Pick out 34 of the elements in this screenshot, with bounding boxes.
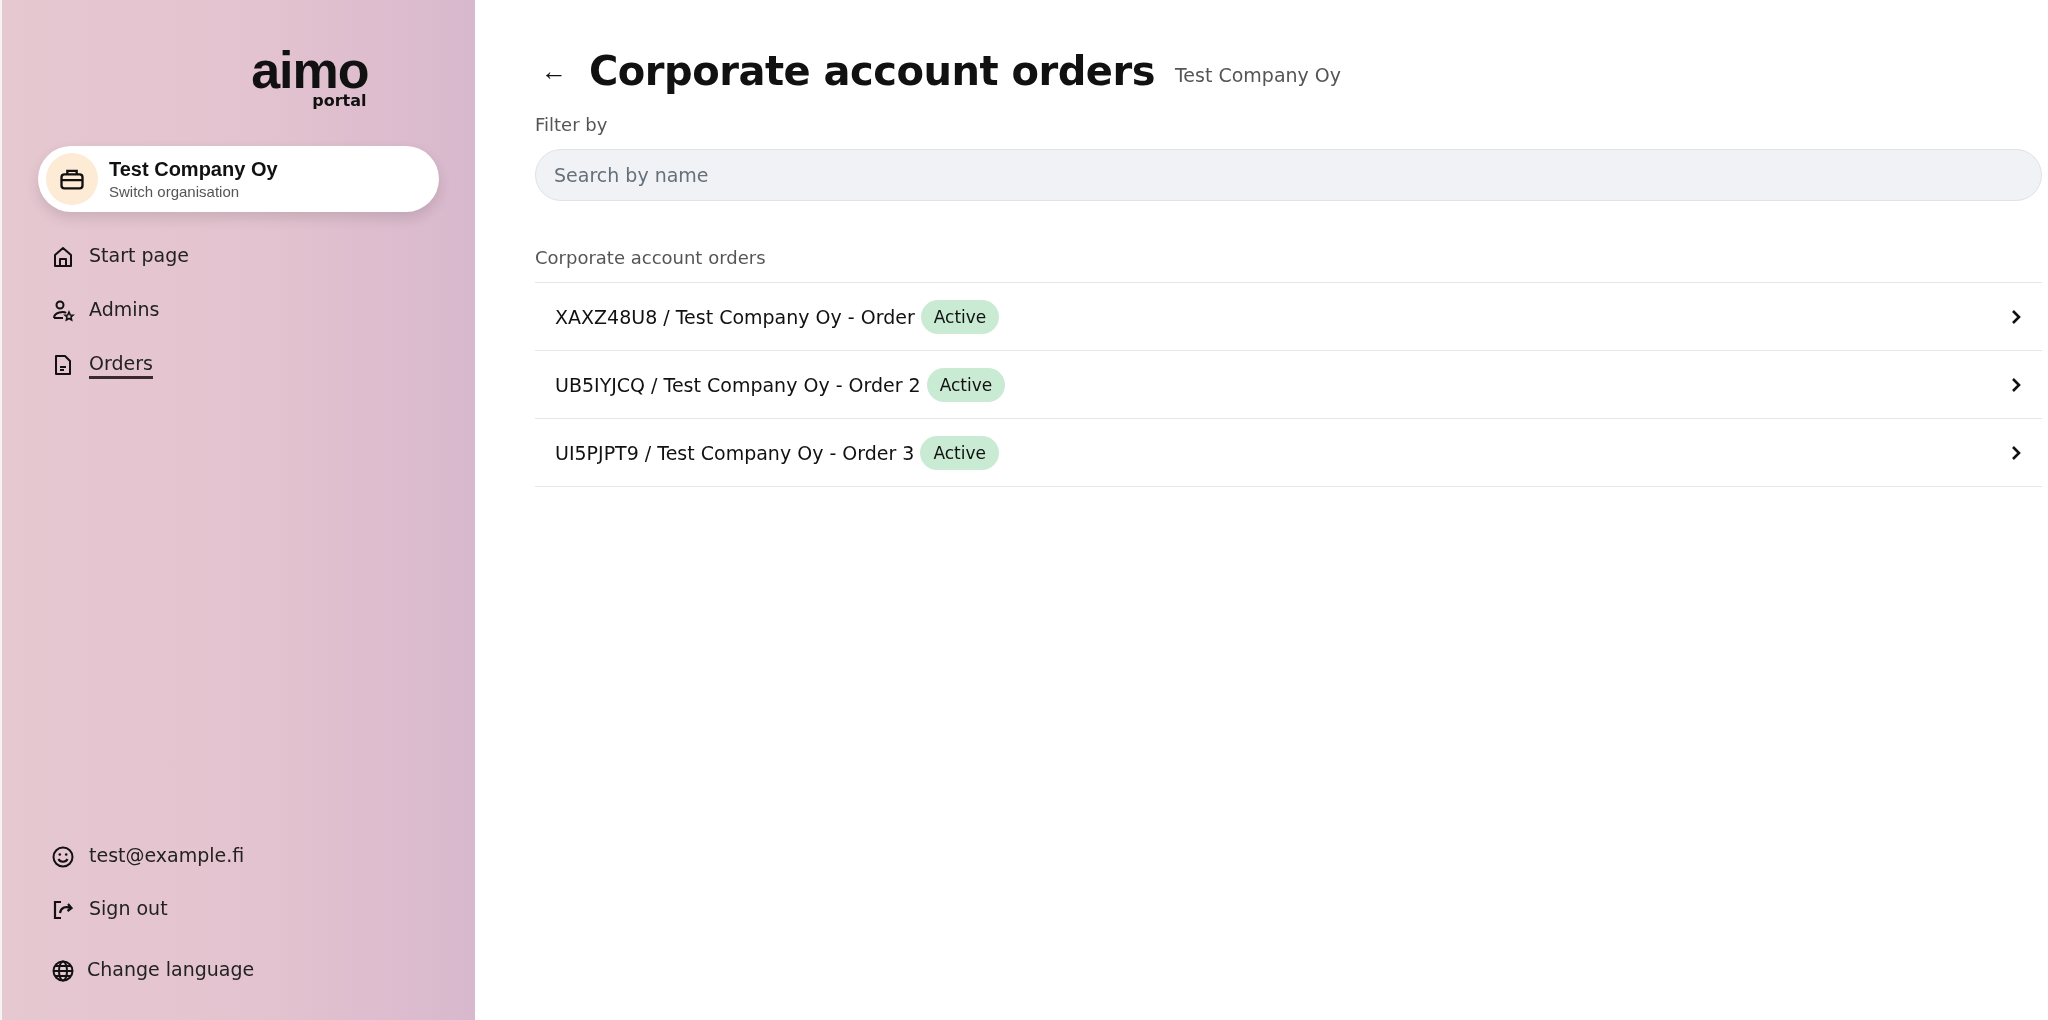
account-link[interactable]: Change language (87, 957, 255, 985)
user-email: test@example.fi (89, 843, 245, 868)
company-name: Test Company Oy (1174, 64, 1342, 86)
status-badge: Active (920, 435, 1000, 470)
status-badge: Active (926, 367, 1006, 402)
order-name: UB5IYJCQ / Test Company Oy - Order 2 (555, 373, 921, 396)
logo-subtitle: portal (312, 92, 367, 110)
logo-wordmark: aimo (251, 48, 369, 92)
globe-icon (51, 959, 75, 983)
order-row[interactable]: UI5PJPT9 / Test Company Oy - Order 3 Active (535, 419, 2042, 487)
organisation-switcher[interactable]: Test Company Oy Switch organisation (38, 146, 439, 212)
order-name: XAXZ48U8 / Test Company Oy - Order (555, 305, 915, 328)
back-button[interactable]: ← (535, 55, 573, 87)
sign-out-icon (51, 898, 75, 922)
order-row[interactable]: UB5IYJCQ / Test Company Oy - Order 2 Active (535, 351, 2042, 419)
order-name: UI5PJPT9 / Test Company Oy - Order 3 (555, 441, 915, 464)
section-title: Corporate account orders (535, 247, 767, 268)
organisation-name: Test Company Oy (109, 158, 278, 181)
nav-link[interactable]: Orders (89, 351, 153, 379)
chevron-right-icon (2010, 444, 2022, 461)
smiley-icon (51, 845, 75, 869)
page-title: Corporate account orders (589, 48, 1155, 94)
order-row[interactable]: XAXZ48U8 / Test Company Oy - Order Active (535, 283, 2042, 351)
nav-link[interactable]: Start page (89, 243, 189, 271)
filter-label: Filter by (535, 114, 609, 135)
nav-link[interactable]: Admins (89, 297, 160, 325)
home-icon (51, 245, 75, 269)
chevron-right-icon (2010, 308, 2022, 325)
switch-organisation-label: Switch organisation (109, 183, 241, 200)
user-star-icon (51, 299, 75, 323)
search-field[interactable]: Search by name (535, 149, 2042, 201)
chevron-right-icon (2010, 376, 2022, 393)
account-link[interactable]: Sign out (89, 896, 168, 924)
status-badge: Active (920, 299, 1000, 334)
